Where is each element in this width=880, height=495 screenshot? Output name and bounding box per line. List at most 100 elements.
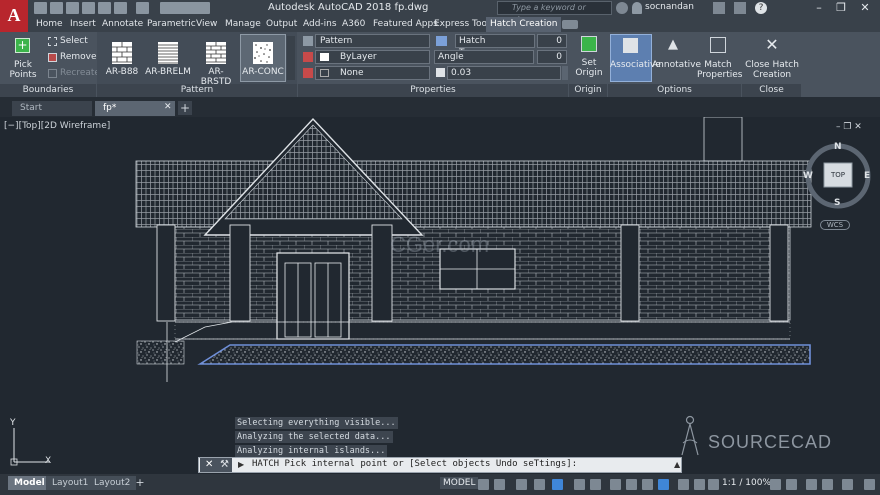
command-recent-icon[interactable]: ▶ [238, 460, 244, 469]
lock-ui-icon[interactable] [822, 479, 833, 490]
undo-icon[interactable] [114, 2, 127, 14]
workspace-switch-icon[interactable] [694, 479, 705, 490]
tab-add-ins[interactable]: Add-ins [299, 17, 341, 32]
hatch-scale-input[interactable]: 0.03 [447, 66, 561, 80]
workspace-dropdown[interactable] [160, 2, 210, 14]
close-command-icon[interactable]: ✕ [205, 459, 213, 470]
compass-west[interactable]: W [803, 171, 813, 181]
tab-insert[interactable]: Insert [66, 17, 100, 32]
foundation-left [136, 340, 185, 365]
tab-view[interactable]: View [192, 17, 221, 32]
tab-hatch-creation[interactable]: Hatch Creation [486, 17, 562, 32]
tab-home[interactable]: Home [32, 17, 67, 32]
ribbon-options-icon[interactable] [562, 20, 578, 29]
new-icon[interactable] [34, 2, 47, 14]
bylayer-color-swatch [320, 53, 329, 61]
help-icon[interactable]: ? [755, 2, 767, 14]
options-panel-label[interactable]: Options [608, 84, 741, 97]
recreate-boundary-button[interactable]: Recreate [60, 68, 100, 78]
ortho-icon[interactable] [516, 479, 527, 490]
scale-spinner[interactable] [562, 66, 568, 80]
exchange-icon[interactable] [713, 2, 725, 14]
angle-input[interactable]: 0 [537, 50, 567, 64]
command-history-toggle[interactable]: ▲ [674, 460, 680, 469]
layout-tab-layout2[interactable]: Layout2 [88, 476, 137, 490]
pattern-swatch-ar-conc[interactable] [243, 40, 283, 67]
isodraft-icon[interactable] [552, 479, 563, 490]
pick-points-button[interactable]: Pick Points [2, 60, 44, 80]
compass-south[interactable]: S [834, 198, 840, 208]
model-space-toggle[interactable]: MODEL [440, 477, 479, 489]
user-icon[interactable] [632, 2, 642, 14]
selection-cycling-icon[interactable] [642, 479, 653, 490]
user-name[interactable]: socnandan [645, 2, 694, 12]
new-layout-button[interactable]: + [134, 476, 146, 490]
annotation-visibility-icon[interactable] [658, 479, 669, 490]
pattern-swatch-ar-b88[interactable] [102, 40, 142, 67]
close-window-button[interactable]: ✕ [854, 0, 876, 16]
hatch-color-dropdown[interactable]: ByLayer [315, 50, 430, 64]
transparency-status-icon[interactable] [626, 479, 637, 490]
annotation-monitor-icon[interactable] [708, 479, 719, 490]
hatch-type-dropdown[interactable]: Pattern [315, 34, 430, 48]
grid-icon[interactable] [478, 479, 489, 490]
close-hatch-creation-button[interactable]: Close Hatch Creation [743, 60, 801, 80]
search-input[interactable]: Type a keyword or phrase [497, 1, 612, 24]
a360-icon[interactable] [734, 2, 746, 14]
annotation-scale-value[interactable]: 1:1 / 100% [722, 478, 771, 488]
transparency-icon [436, 36, 447, 46]
polar-icon[interactable] [534, 479, 545, 490]
restore-button[interactable]: ❐ [830, 0, 852, 16]
quick-properties-icon[interactable] [806, 479, 817, 490]
background-color-dropdown[interactable]: None [315, 66, 430, 80]
lineweight-icon[interactable] [610, 479, 621, 490]
units-icon[interactable] [786, 479, 797, 490]
associative-toggle[interactable]: Associative [610, 60, 661, 70]
tab-a360[interactable]: A360 [338, 17, 369, 32]
snap-icon[interactable] [494, 479, 505, 490]
match-properties-button[interactable]: Match Properties [697, 60, 742, 80]
plot-icon[interactable] [98, 2, 111, 14]
compass-north[interactable]: N [834, 142, 842, 152]
origin-panel-label[interactable]: Origin [569, 84, 607, 97]
infocenter-icon[interactable] [616, 2, 628, 14]
tab-manage[interactable]: Manage [221, 17, 265, 32]
viewcube-top-face[interactable]: TOP [830, 171, 846, 179]
object-snap-tracking-icon[interactable] [574, 479, 585, 490]
open-icon[interactable] [50, 2, 63, 14]
file-tab-start[interactable]: Start [12, 101, 92, 116]
compass-east[interactable]: E [864, 171, 870, 181]
pattern-swatch-ar-brelm[interactable] [148, 40, 188, 67]
save-as-icon[interactable] [82, 2, 95, 14]
annotative-toggle[interactable]: Annotative [652, 60, 701, 70]
new-file-tab-button[interactable]: + [178, 101, 192, 115]
autocad-window: A Autodesk AutoCAD 2018 fp.dwg Type a ke… [0, 0, 880, 495]
pattern-swatch-ar-brstd[interactable] [196, 40, 236, 67]
customization-icon[interactable] [864, 479, 875, 490]
select-boundary-button[interactable]: Select [60, 36, 88, 46]
save-icon[interactable] [66, 2, 79, 14]
tab-output[interactable]: Output [262, 17, 301, 32]
isolate-objects-icon[interactable] [842, 479, 853, 490]
annotation-scale-icon[interactable] [678, 479, 689, 490]
properties-panel-label[interactable]: Properties [298, 84, 568, 97]
minimize-button[interactable]: – [808, 0, 830, 16]
hatch-transparency-input[interactable]: 0 [537, 34, 567, 48]
object-snap-icon[interactable] [590, 479, 601, 490]
layout-tab-model[interactable]: Model [8, 476, 51, 490]
application-menu-button[interactable]: A [0, 0, 28, 32]
customize-command-icon[interactable]: ⚒ [220, 459, 229, 470]
tab-annotate[interactable]: Annotate [98, 17, 147, 32]
angle-label[interactable]: Angle [434, 50, 534, 64]
pattern-gallery-scroll[interactable] [287, 36, 295, 80]
file-tab-fp[interactable]: fp* [95, 101, 175, 116]
close-file-tab-icon[interactable]: ✕ [164, 102, 172, 112]
hatch-transparency-label[interactable]: Hatch Transparency [455, 34, 535, 58]
wcs-menu[interactable]: WCS [820, 220, 850, 230]
pattern-panel-label: Pattern [97, 84, 297, 97]
set-origin-button[interactable]: Set Origin [570, 58, 608, 78]
boundaries-panel-label[interactable]: Boundaries [0, 84, 96, 97]
remove-boundary-button[interactable]: Remove [60, 52, 97, 62]
redo-icon[interactable] [136, 2, 149, 14]
settings-icon[interactable] [770, 479, 781, 490]
